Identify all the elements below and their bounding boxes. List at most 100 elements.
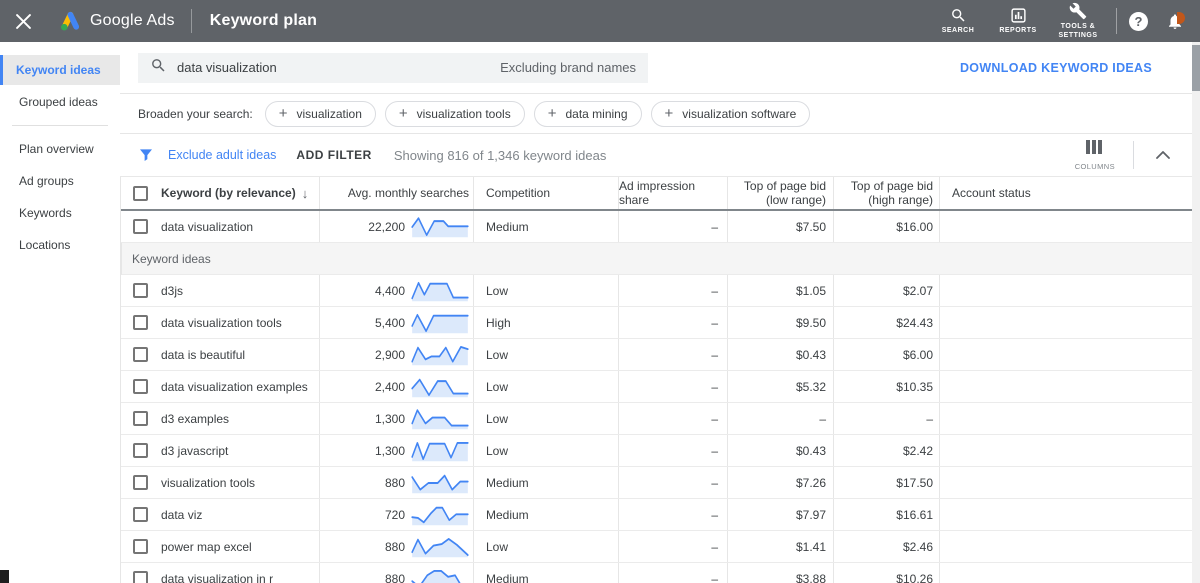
keyword-cell: d3 javascript: [159, 435, 319, 466]
bid-low-cell: $9.50: [727, 307, 833, 338]
row-checkbox[interactable]: [133, 475, 148, 490]
keyword-cell: d3 examples: [159, 403, 319, 434]
row-checkbox[interactable]: [133, 283, 148, 298]
bid-low-cell: $7.97: [727, 499, 833, 530]
search-trend-sparkline: [411, 344, 469, 366]
keyword-row: data visualization tools 5,400 High – $9…: [121, 307, 1192, 339]
keyword-row: visualization tools 880 Medium – $7.26 $…: [121, 467, 1192, 499]
nav-tools-settings-button[interactable]: TOOLS & SETTINGS: [1050, 2, 1106, 41]
chip-label: visualization software: [682, 107, 796, 121]
add-filter-button[interactable]: ADD FILTER: [296, 148, 371, 162]
row-checkbox[interactable]: [133, 539, 148, 554]
broaden-keyword-chip[interactable]: + data mining: [534, 101, 642, 127]
bid-high-cell: $6.00: [833, 339, 939, 370]
keyword-row: data is beautiful 2,900 Low – $0.43 $6.0…: [121, 339, 1192, 371]
row-checkbox[interactable]: [133, 411, 148, 426]
bid-low-cell: $5.32: [727, 371, 833, 402]
search-trend-sparkline: [411, 376, 469, 398]
keyword-row: data visualization in r 880 Medium – $3.…: [121, 563, 1192, 583]
sidebar-item-label: Plan overview: [19, 142, 94, 156]
columns-button[interactable]: COLUMNS: [1075, 140, 1115, 171]
avg-searches-cell: 720: [319, 499, 473, 530]
bid-high-cell: $16.61: [833, 499, 939, 530]
ad-impression-cell: –: [618, 307, 727, 338]
scrollbar-thumb[interactable]: [1192, 45, 1200, 91]
header-top-of-page-bid-low[interactable]: Top of page bid (low range): [727, 177, 833, 209]
account-status-cell: [939, 371, 1192, 402]
collapse-panel-button[interactable]: [1152, 147, 1174, 163]
bid-low-cell: $0.43: [727, 339, 833, 370]
bid-high-cell: $2.46: [833, 531, 939, 562]
page-title: Keyword plan: [210, 12, 317, 30]
sidebar-item-keyword-ideas[interactable]: Keyword ideas: [0, 55, 120, 85]
wrench-icon: [1069, 2, 1087, 20]
results-count-text: Showing 816 of 1,346 keyword ideas: [394, 148, 606, 163]
help-icon[interactable]: ?: [1129, 12, 1148, 31]
account-status-cell: [939, 211, 1192, 242]
header-keyword[interactable]: Keyword (by relevance) ↓: [159, 177, 319, 209]
keyword-ideas-table: Keyword (by relevance) ↓ Avg. monthly se…: [120, 177, 1192, 583]
keyword-cell: data viz: [159, 499, 319, 530]
topbar-divider: [1116, 8, 1117, 34]
header-avg-monthly-searches[interactable]: Avg. monthly searches: [319, 177, 473, 209]
keyword-cell: d3js: [159, 275, 319, 306]
keyword-row: d3 javascript 1,300 Low – $0.43 $2.42: [121, 435, 1192, 467]
nav-reports-button[interactable]: REPORTS: [990, 7, 1046, 36]
avg-searches-cell: 1,300: [319, 403, 473, 434]
row-checkbox[interactable]: [133, 347, 148, 362]
table-tools: COLUMNS: [1075, 140, 1174, 171]
keyword-search-input[interactable]: data visualization Excluding brand names: [138, 53, 648, 83]
row-checkbox[interactable]: [133, 507, 148, 522]
broaden-keyword-chip[interactable]: + visualization tools: [385, 101, 525, 127]
sidebar-item-grouped-ideas[interactable]: Grouped ideas: [0, 87, 120, 117]
row-checkbox[interactable]: [133, 219, 148, 234]
notifications-bell-icon[interactable]: [1166, 12, 1184, 31]
account-status-cell: [939, 339, 1192, 370]
plus-icon: +: [279, 106, 288, 121]
account-status-cell: [939, 307, 1192, 338]
vertical-scrollbar[interactable]: [1192, 42, 1200, 583]
plus-icon: +: [399, 106, 408, 121]
search-trend-sparkline: [411, 568, 469, 583]
competition-cell: Low: [473, 275, 618, 306]
header-top-of-page-bid-high[interactable]: Top of page bid (high range): [833, 177, 939, 209]
bid-high-cell: $10.26: [833, 563, 939, 583]
bid-high-cell: $16.00: [833, 211, 939, 242]
sidebar-item-label: Keyword ideas: [16, 63, 101, 77]
header-account-status[interactable]: Account status: [939, 177, 1192, 209]
ad-impression-cell: –: [618, 339, 727, 370]
sidebar-item-plan-overview[interactable]: Plan overview: [0, 134, 120, 164]
broaden-search-row: Broaden your search: + visualization + v…: [120, 94, 1192, 134]
broaden-keyword-chip[interactable]: + visualization software: [651, 101, 811, 127]
topbar-divider: [191, 9, 192, 33]
sidebar-item-locations[interactable]: Locations: [0, 230, 120, 260]
bid-low-cell: $1.41: [727, 531, 833, 562]
row-checkbox[interactable]: [133, 315, 148, 330]
row-checkbox[interactable]: [133, 443, 148, 458]
exclude-adult-ideas-filter[interactable]: Exclude adult ideas: [168, 148, 276, 162]
avg-searches-cell: 5,400: [319, 307, 473, 338]
sidebar-item-label: Locations: [19, 238, 70, 252]
broaden-keyword-chip[interactable]: + visualization: [265, 101, 376, 127]
sidebar-item-ad-groups[interactable]: Ad groups: [0, 166, 120, 196]
header-competition[interactable]: Competition: [473, 177, 618, 209]
sort-descending-icon: ↓: [302, 186, 309, 201]
keyword-row: power map excel 880 Low – $1.41 $2.46: [121, 531, 1192, 563]
keyword-rows: d3js 4,400 Low – $1.05 $2.07 data visual…: [121, 275, 1192, 583]
nav-search-button[interactable]: SEARCH: [930, 7, 986, 36]
close-icon[interactable]: [16, 13, 32, 29]
download-keyword-ideas-link[interactable]: DOWNLOAD KEYWORD IDEAS: [960, 61, 1152, 75]
ad-impression-cell: –: [618, 531, 727, 562]
search-trend-sparkline: [411, 440, 469, 462]
select-all-checkbox[interactable]: [133, 186, 148, 201]
row-checkbox[interactable]: [133, 571, 148, 583]
keyword-row: d3js 4,400 Low – $1.05 $2.07: [121, 275, 1192, 307]
plus-icon: +: [548, 106, 557, 121]
row-checkbox[interactable]: [133, 379, 148, 394]
toolbar-divider: [1133, 141, 1134, 169]
header-ad-impression-share[interactable]: Ad impression share: [618, 177, 727, 209]
account-status-cell: [939, 403, 1192, 434]
seed-keyword-row: data visualization 22,200 Medium – $7.50…: [121, 211, 1192, 243]
sidebar-item-label: Keywords: [19, 206, 72, 220]
sidebar-item-keywords[interactable]: Keywords: [0, 198, 120, 228]
